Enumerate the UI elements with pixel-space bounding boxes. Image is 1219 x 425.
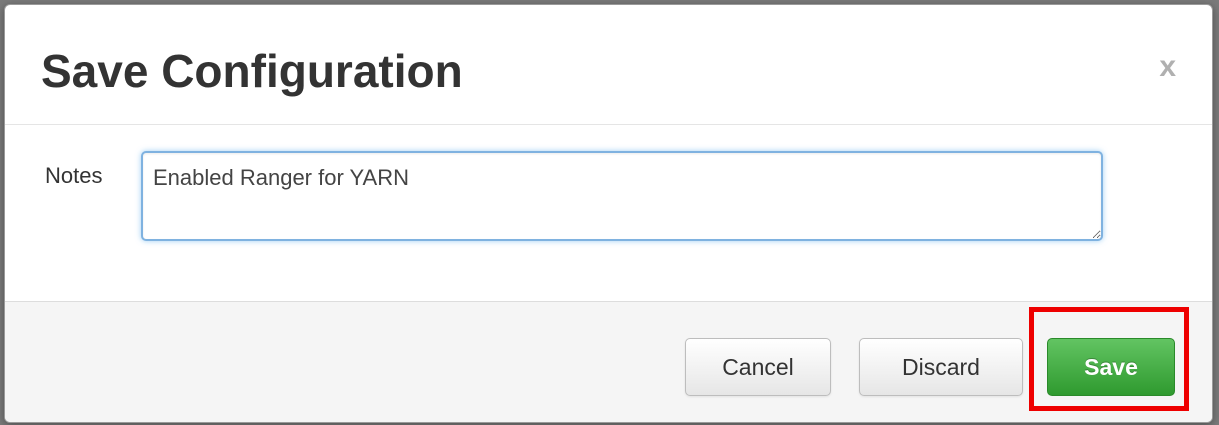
cancel-button[interactable]: Cancel — [685, 338, 831, 396]
dialog-title: Save Configuration — [41, 45, 463, 97]
dialog-footer: Cancel Discard Save — [5, 301, 1212, 422]
notes-label: Notes — [45, 163, 103, 188]
dialog-header: Save Configuration x — [5, 5, 1212, 125]
save-configuration-dialog: Save Configuration x Notes Enabled Range… — [4, 4, 1213, 423]
dialog-body: Notes Enabled Ranger for YARN — [5, 125, 1212, 301]
discard-button[interactable]: Discard — [859, 338, 1023, 396]
save-button[interactable]: Save — [1047, 338, 1175, 396]
close-icon[interactable]: x — [1159, 49, 1176, 85]
notes-textarea[interactable]: Enabled Ranger for YARN — [141, 151, 1103, 241]
